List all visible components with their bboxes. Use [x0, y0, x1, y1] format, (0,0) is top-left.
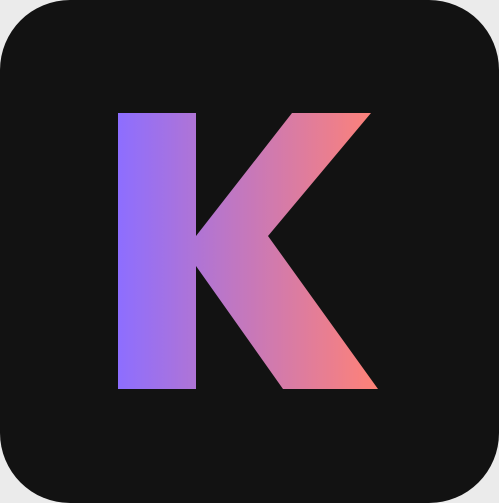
app-icon-tile [0, 0, 499, 503]
k-logo-icon [118, 113, 378, 389]
k-letter-shape [118, 113, 378, 389]
